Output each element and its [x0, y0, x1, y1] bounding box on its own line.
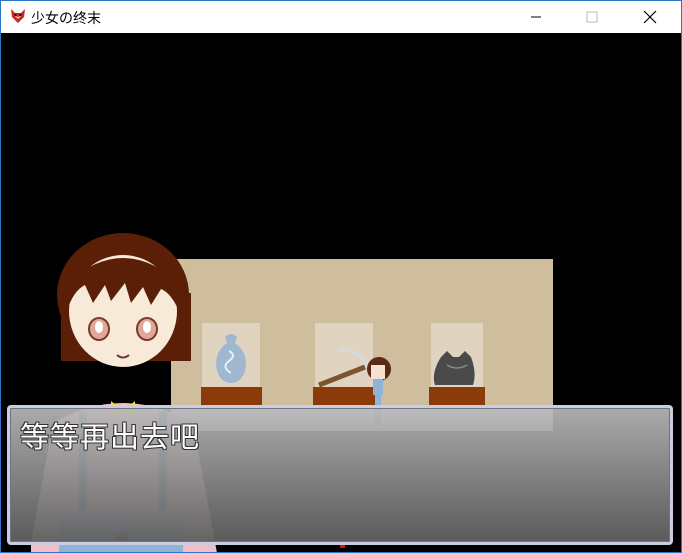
maximize-button[interactable]: [569, 1, 615, 33]
close-icon: [643, 10, 657, 24]
window-title: 少女の终末: [31, 11, 101, 27]
game-red-fox-icon: [11, 9, 25, 23]
display-case-scythe: [313, 323, 375, 405]
game-viewport[interactable]: 等等再出去吧: [1, 33, 681, 552]
minimize-icon: [531, 16, 541, 18]
game-window: 少女の终末 等等再出去吧: [0, 0, 682, 553]
minimize-button[interactable]: [513, 1, 559, 33]
close-button[interactable]: [627, 1, 673, 33]
dialogue-text: 等等再出去吧: [20, 420, 201, 454]
title-bar[interactable]: 少女の终末: [1, 1, 681, 33]
display-case-armor: [429, 323, 485, 405]
continue-indicator: [340, 545, 345, 548]
maximize-icon: [586, 11, 598, 23]
dialogue-box[interactable]: 等等再出去吧: [7, 405, 673, 545]
